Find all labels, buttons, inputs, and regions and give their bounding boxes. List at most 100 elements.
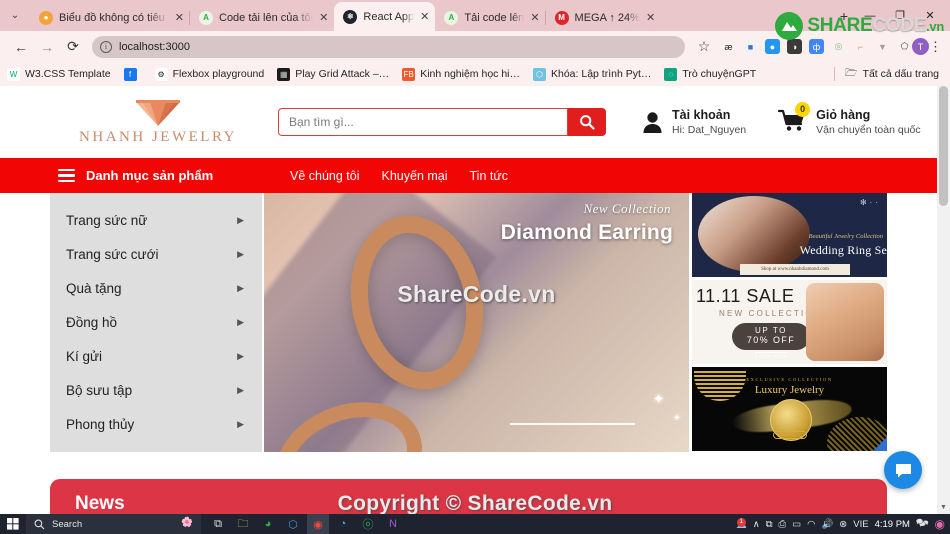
category-item[interactable]: Phong thủy ▶	[50, 407, 262, 441]
battery-icon[interactable]: ▭	[792, 519, 801, 530]
address-bar[interactable]: i localhost:3000	[92, 35, 685, 58]
browser-tab[interactable]: A Tải code lên ✕	[435, 4, 545, 31]
bitwarden-extension-icon[interactable]: ■	[743, 39, 758, 54]
bookmark-item[interactable]: FB Kinh nghiệm học hi…	[402, 67, 520, 81]
search-input[interactable]	[278, 108, 568, 136]
category-label: Quà tặng	[66, 280, 122, 296]
search-button[interactable]	[568, 108, 606, 136]
wifi-icon[interactable]: ◠	[807, 519, 815, 530]
all-bookmarks-label: Tất cả dấu trang	[862, 68, 939, 80]
browser-menu-button[interactable]: ⋮	[929, 39, 942, 55]
onedrive-icon[interactable]: ☁ 1	[736, 517, 747, 531]
category-item[interactable]: Kí gửi ▶	[50, 339, 262, 373]
tab-close-button[interactable]: ✕	[175, 11, 184, 24]
chevron-right-icon: ▶	[237, 316, 244, 327]
blocked-icon[interactable]: ⊗	[839, 519, 847, 530]
translate-extension-icon[interactable]: ф	[809, 39, 824, 54]
mega-icon: M	[554, 10, 569, 25]
home-content: Trang sức nữ ▶ Trang sức cưới ▶ Quà tặng ▶ Đồn…	[0, 193, 937, 452]
account-button[interactable]: Tài khoản Hi: Dat_Nguyen	[642, 108, 746, 136]
bookmark-label: Flexbox playground	[172, 68, 265, 80]
chrome-icon[interactable]: ◉	[307, 514, 329, 534]
file-explorer-icon[interactable]: 🗀	[232, 514, 254, 534]
site-logo[interactable]: NHANH JEWELRY	[68, 98, 248, 146]
vscode-icon[interactable]: ⬡	[282, 514, 304, 534]
tab-close-button[interactable]: ✕	[646, 11, 655, 24]
tab-search-button[interactable]: ⌄	[0, 0, 30, 31]
tab-close-button[interactable]: ✕	[420, 10, 429, 23]
language-indicator[interactable]: VIE	[853, 519, 868, 530]
bookmark-item[interactable]: ▦ Play Grid Attack –…	[277, 67, 390, 81]
dark-mode-extension-icon[interactable]: ◑	[787, 39, 802, 54]
catalog-menu-button[interactable]: Danh mục sản phẩm	[58, 168, 258, 183]
nav-link[interactable]: Khuyến mại	[382, 169, 448, 183]
tab-close-button[interactable]: ✕	[530, 11, 539, 24]
postman-icon[interactable]: ◔	[332, 514, 354, 534]
bookmark-star-icon[interactable]: ☆	[691, 34, 717, 60]
back-button[interactable]: ←	[8, 34, 34, 60]
cart-button[interactable]: 0 Giỏ hàng Vận chuyển toàn quốc	[778, 101, 921, 137]
bookmark-label: W3.CSS Template	[25, 68, 111, 80]
notification-icon[interactable]: 🗫	[916, 516, 929, 532]
aesthetic-extension-icon[interactable]: æ	[721, 39, 736, 54]
bookmark-item[interactable]: ◌ Trò chuyệnGPT	[664, 67, 756, 81]
all-bookmarks-button[interactable]: 🗁 Tất cả dấu trang	[845, 68, 939, 81]
profile-avatar[interactable]: T	[912, 38, 929, 55]
category-item[interactable]: Trang sức nữ ▶	[50, 203, 262, 237]
taskbar-search-box[interactable]: Search 🌸	[26, 514, 201, 534]
camera-tray-icon[interactable]: ⧉	[766, 519, 773, 530]
bookmark-item[interactable]: f	[123, 67, 142, 81]
puzzle-extension-icon[interactable]: ⬠	[897, 39, 912, 54]
category-item[interactable]: Quà tặng ▶	[50, 271, 262, 305]
printer-tray-icon[interactable]: ⎙	[779, 519, 787, 530]
opera-icon[interactable]: ⓞ	[357, 514, 379, 534]
task-view-icon[interactable]: ⧉	[207, 514, 229, 534]
hero-title: Diamond Earring	[500, 221, 673, 244]
nav-link[interactable]: Tin tức	[470, 169, 508, 183]
hamburger-icon	[58, 168, 75, 183]
browser-tab[interactable]: ● Biểu đồ không có tiêu đ ✕	[30, 4, 190, 31]
category-label: Trang sức cưới	[66, 246, 159, 262]
extension-icons: æ ■ ● ◑ ф ◎ ⌐ ▼ ⬠	[717, 39, 912, 54]
bookmark-label: Play Grid Attack –…	[295, 68, 390, 80]
ruler-extension-icon[interactable]: ⌐	[853, 39, 868, 54]
site-info-icon[interactable]: i	[100, 40, 112, 53]
reload-button[interactable]: ⟳	[60, 34, 86, 60]
forward-button[interactable]: →	[34, 34, 60, 60]
tab-title: MEGA ↑ 24%	[574, 11, 640, 24]
taskbar-clock[interactable]: 4:19 PM	[875, 519, 910, 530]
hero-banner[interactable]: New Collection Diamond Earring ✦ ✦ Share…	[264, 193, 689, 452]
promo2-shop-now[interactable]: SHOP NOW	[754, 352, 788, 359]
firefox-icon[interactable]: ◕	[257, 514, 279, 534]
browser-tab[interactable]: A Code tải lên của tôi ✕	[188, 4, 334, 31]
bookmark-item[interactable]: ⬡ Khóa: Lập trình Pyt…	[533, 67, 651, 81]
folder-icon: 🗁	[844, 67, 858, 79]
new-outlook-icon[interactable]: N	[382, 514, 404, 534]
category-label: Đồng hồ	[66, 314, 118, 330]
start-button[interactable]	[0, 514, 26, 534]
tab-close-button[interactable]: ✕	[319, 11, 328, 24]
category-item[interactable]: Đồng hồ ▶	[50, 305, 262, 339]
category-item[interactable]: Bộ sưu tập ▶	[50, 373, 262, 407]
volume-icon[interactable]: 🔊	[821, 519, 833, 530]
promo-eleven-eleven-sale[interactable]: 11.11 SALE NEW COLLECTION UP TO 70% OFF …	[692, 280, 887, 364]
blue-drop-extension-icon[interactable]: ●	[765, 39, 780, 54]
promo-luxury-jewelry[interactable]: EXCLUSIVE COLLECTION Luxury Jewelry SHOP…	[692, 367, 887, 451]
browser-tab[interactable]: M MEGA ↑ 24% ✕	[544, 4, 662, 31]
flower-icon[interactable]: 🌸	[181, 517, 193, 528]
bookmark-item[interactable]: W W3.CSS Template	[7, 67, 111, 81]
page-scrollbar[interactable]: ▲ ▼	[937, 86, 950, 514]
windows-start-icon	[7, 518, 19, 530]
category-item[interactable]: Trang sức cưới ▶	[50, 237, 262, 271]
target-extension-icon[interactable]: ◎	[831, 39, 846, 54]
show-hidden-icons-chevron[interactable]: ∧	[753, 519, 760, 530]
bookmark-item[interactable]: ⚙ Flexbox playground	[154, 67, 265, 81]
funnel-extension-icon[interactable]: ▼	[875, 39, 890, 54]
promo-wedding-ring-set[interactable]: ✻·· Beautiful Jewelry Collection Wedding…	[692, 193, 887, 277]
nav-link[interactable]: Về chúng tôi	[290, 169, 360, 183]
color-app-icon[interactable]: ◉	[935, 517, 945, 531]
promo3-shop-now[interactable]: SHOP NOW	[772, 431, 807, 439]
browser-tab[interactable]: ⚛ React App ✕	[334, 2, 436, 31]
chat-widget-button[interactable]	[884, 451, 922, 489]
scrollbar-thumb[interactable]	[939, 86, 948, 206]
